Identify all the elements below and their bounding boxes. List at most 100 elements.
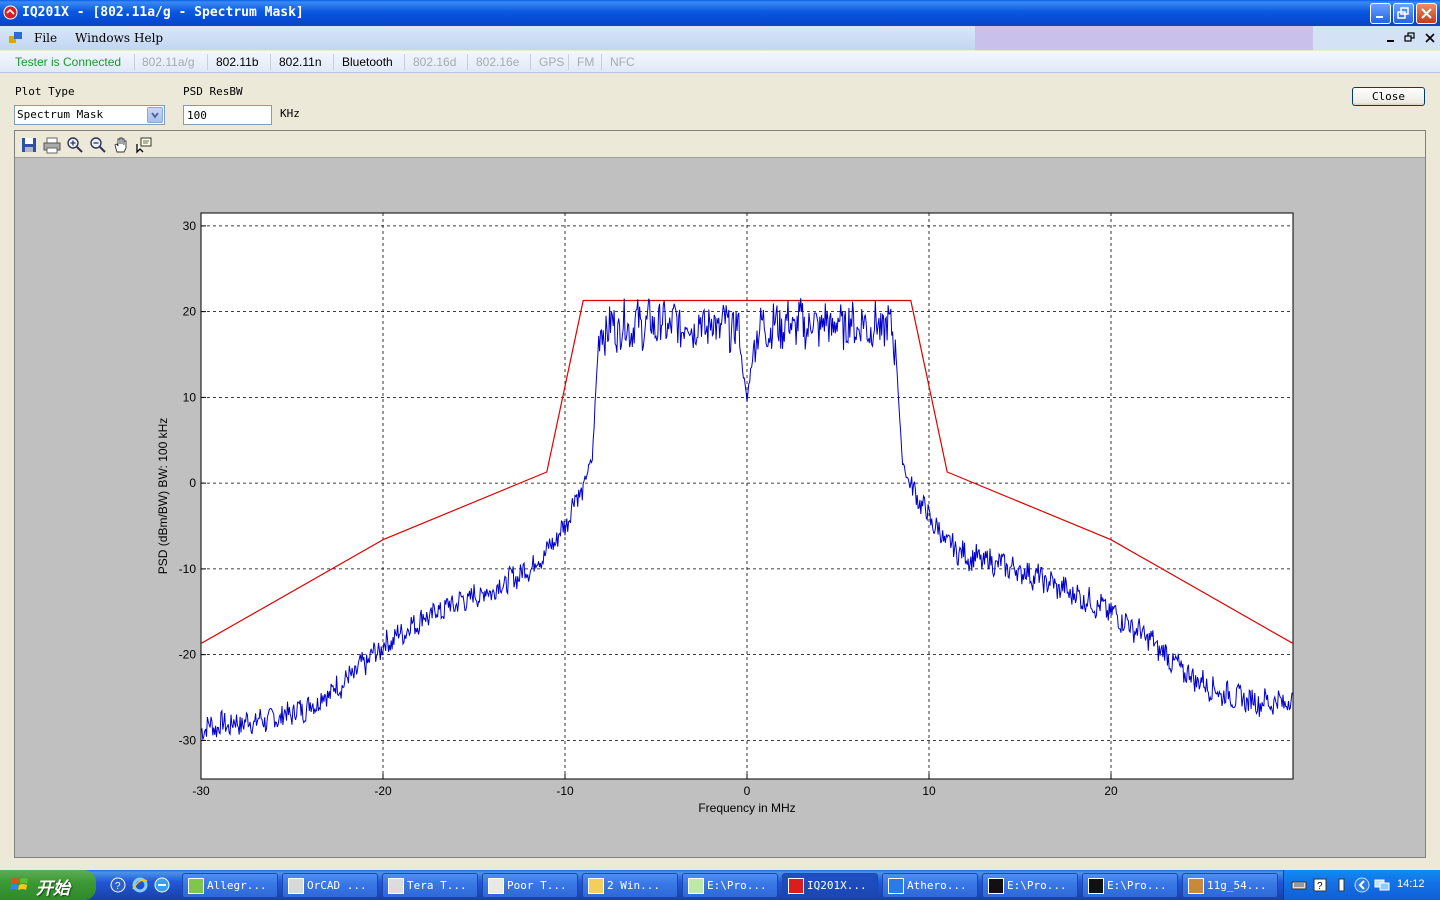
notepad-icon [688,878,704,894]
chevron-left-icon[interactable] [1354,877,1370,893]
ie-icon[interactable] [132,877,148,893]
taskbar-button-label: Allegr... [207,879,267,892]
menu-bar: File Windows Help [0,26,1440,50]
tab-80216d[interactable]: 802.16d [413,55,456,69]
y-tick-label: 20 [183,305,197,319]
tester-status: Tester is Connected [15,55,122,69]
cmd-icon [988,878,1004,894]
window-title: IQ201X - [802.11a/g - Spectrum Mask] [22,5,304,20]
menu-windows[interactable]: Windows [75,31,130,45]
folder-icon [588,878,604,894]
minimize-icon [1376,16,1383,18]
network-icon[interactable] [1374,877,1390,893]
y-tick-label: -10 [179,562,197,576]
system-tray: ? 14:12 [1283,870,1440,900]
taskbar-button[interactable]: 11g_54... [1182,873,1278,898]
psd-unit-label: KHz [280,107,300,120]
taskbar-button[interactable]: 2 Win... [582,873,678,898]
orcad-icon [288,878,304,894]
cmd-icon [1088,878,1104,894]
y-tick-label: 30 [183,219,197,233]
taskbar-button-label: Tera T... [407,879,467,892]
taskbar-button-label: Athero... [907,879,967,892]
x-tick-label: 20 [1104,784,1118,798]
technology-tab-strip: Tester is Connected 802.11a/g 802.11b 80… [0,51,1440,73]
taskbar-button[interactable]: Athero... [882,873,978,898]
taskbar-button[interactable]: Tera T... [382,873,478,898]
taskbar-button[interactable]: E:\Pro... [682,873,778,898]
application-window: IQ201X - [802.11a/g - Spectrum Mask] Fil… [0,0,1440,900]
x-tick-label: -20 [374,784,392,798]
windows-logo-icon [10,878,28,890]
psd-resbw-label: PSD ResBW [183,85,243,98]
ie-alt-icon[interactable] [154,877,170,893]
psd-resbw-input[interactable] [183,105,272,125]
y-tick-label: -30 [179,733,197,747]
tab-bluetooth[interactable]: Bluetooth [342,55,393,69]
chevron-down-icon[interactable] [147,107,163,123]
y-tick-label: -20 [179,648,197,662]
restore-button[interactable] [1393,3,1414,24]
allegro-icon [188,878,204,894]
clock: 14:12 [1397,878,1425,890]
plot-panel: -30 -20 -10 0 10 20 30 20 10 0 -10 -20 -30 Frequency … [14,130,1426,858]
svg-text:?: ? [1317,881,1323,892]
display-icon[interactable] [1334,877,1350,893]
minimize-button[interactable] [1370,3,1391,24]
tab-80211n[interactable]: 802.11n [279,55,322,69]
x-tick-label: -10 [556,784,574,798]
mdi-child-icon[interactable] [9,32,23,44]
svg-text:?: ? [115,881,121,892]
close-icon [1421,8,1432,19]
tab-80211ag[interactable]: 802.11a/g [142,55,195,69]
close-button[interactable]: Close [1352,87,1425,106]
iq-icon [788,878,804,894]
taskbar-button[interactable]: E:\Pro... [1082,873,1178,898]
close-window-button[interactable] [1416,3,1437,24]
taskbar-button-label: 11g_54... [1207,879,1267,892]
title-bar[interactable]: IQ201X - [802.11a/g - Spectrum Mask] [0,0,1440,26]
taskbar-button-label: E:\Pro... [1107,879,1167,892]
taskbar-button[interactable]: OrCAD ... [282,873,378,898]
teraterm-icon [388,878,404,894]
x-tick-label: 0 [744,784,751,798]
mdi-restore-icon[interactable] [1404,32,1416,44]
y-axis-label: PSD (dBm/BW) BW: 100 kHz [156,418,170,574]
keyboard-icon[interactable] [1291,877,1307,893]
tab-fm[interactable]: FM [577,55,594,69]
x-tick-label: 10 [922,784,936,798]
taskbar-button[interactable]: E:\Pro... [982,873,1078,898]
mdi-minimize-icon[interactable] [1385,32,1397,44]
taskbar-button-label: 2 Win... [607,879,660,892]
app-icon [1188,878,1204,894]
x-tick-label: -30 [192,784,210,798]
x-axis-label: Frequency in MHz [698,801,795,815]
start-button[interactable]: 开始 [0,870,96,900]
plot-type-select[interactable]: Spectrum Mask [14,105,165,125]
taskbar-button[interactable]: Poor T... [482,873,578,898]
taskbar-button[interactable]: Allegr... [182,873,278,898]
start-label: 开始 [36,879,70,899]
tab-nfc[interactable]: NFC [610,55,635,69]
taskbar-button-label: E:\Pro... [707,879,767,892]
app-logo-icon [3,5,18,20]
taskbar-button[interactable]: IQ201X... [782,873,878,898]
mdi-close-icon[interactable] [1424,32,1436,44]
menu-file[interactable]: File [34,31,57,45]
tab-80216e[interactable]: 802.16e [476,55,519,69]
taskbar-button-label: Poor T... [507,879,567,892]
spectrum-mask-chart: -30 -20 -10 0 10 20 30 20 10 0 -10 -20 -30 Frequency … [156,212,1294,815]
restore-icon [1397,7,1409,19]
taskbar-button-label: OrCAD ... [307,879,367,892]
taskbar-button-label: E:\Pro... [1007,879,1067,892]
plot-type-value: Spectrum Mask [17,108,104,121]
poortext-icon [488,878,504,894]
y-tick-label: 0 [189,476,196,490]
menu-help[interactable]: Help [134,31,163,45]
help-icon[interactable]: ? [110,877,126,893]
tab-80211b[interactable]: 802.11b [216,55,259,69]
tab-gps[interactable]: GPS [539,55,564,69]
help-tray-icon[interactable]: ? [1312,877,1328,893]
y-tick-label: 10 [183,390,197,404]
taskbar: 开始 ? Allegr... OrCAD ... Tera T... Poor T..… [0,870,1440,900]
